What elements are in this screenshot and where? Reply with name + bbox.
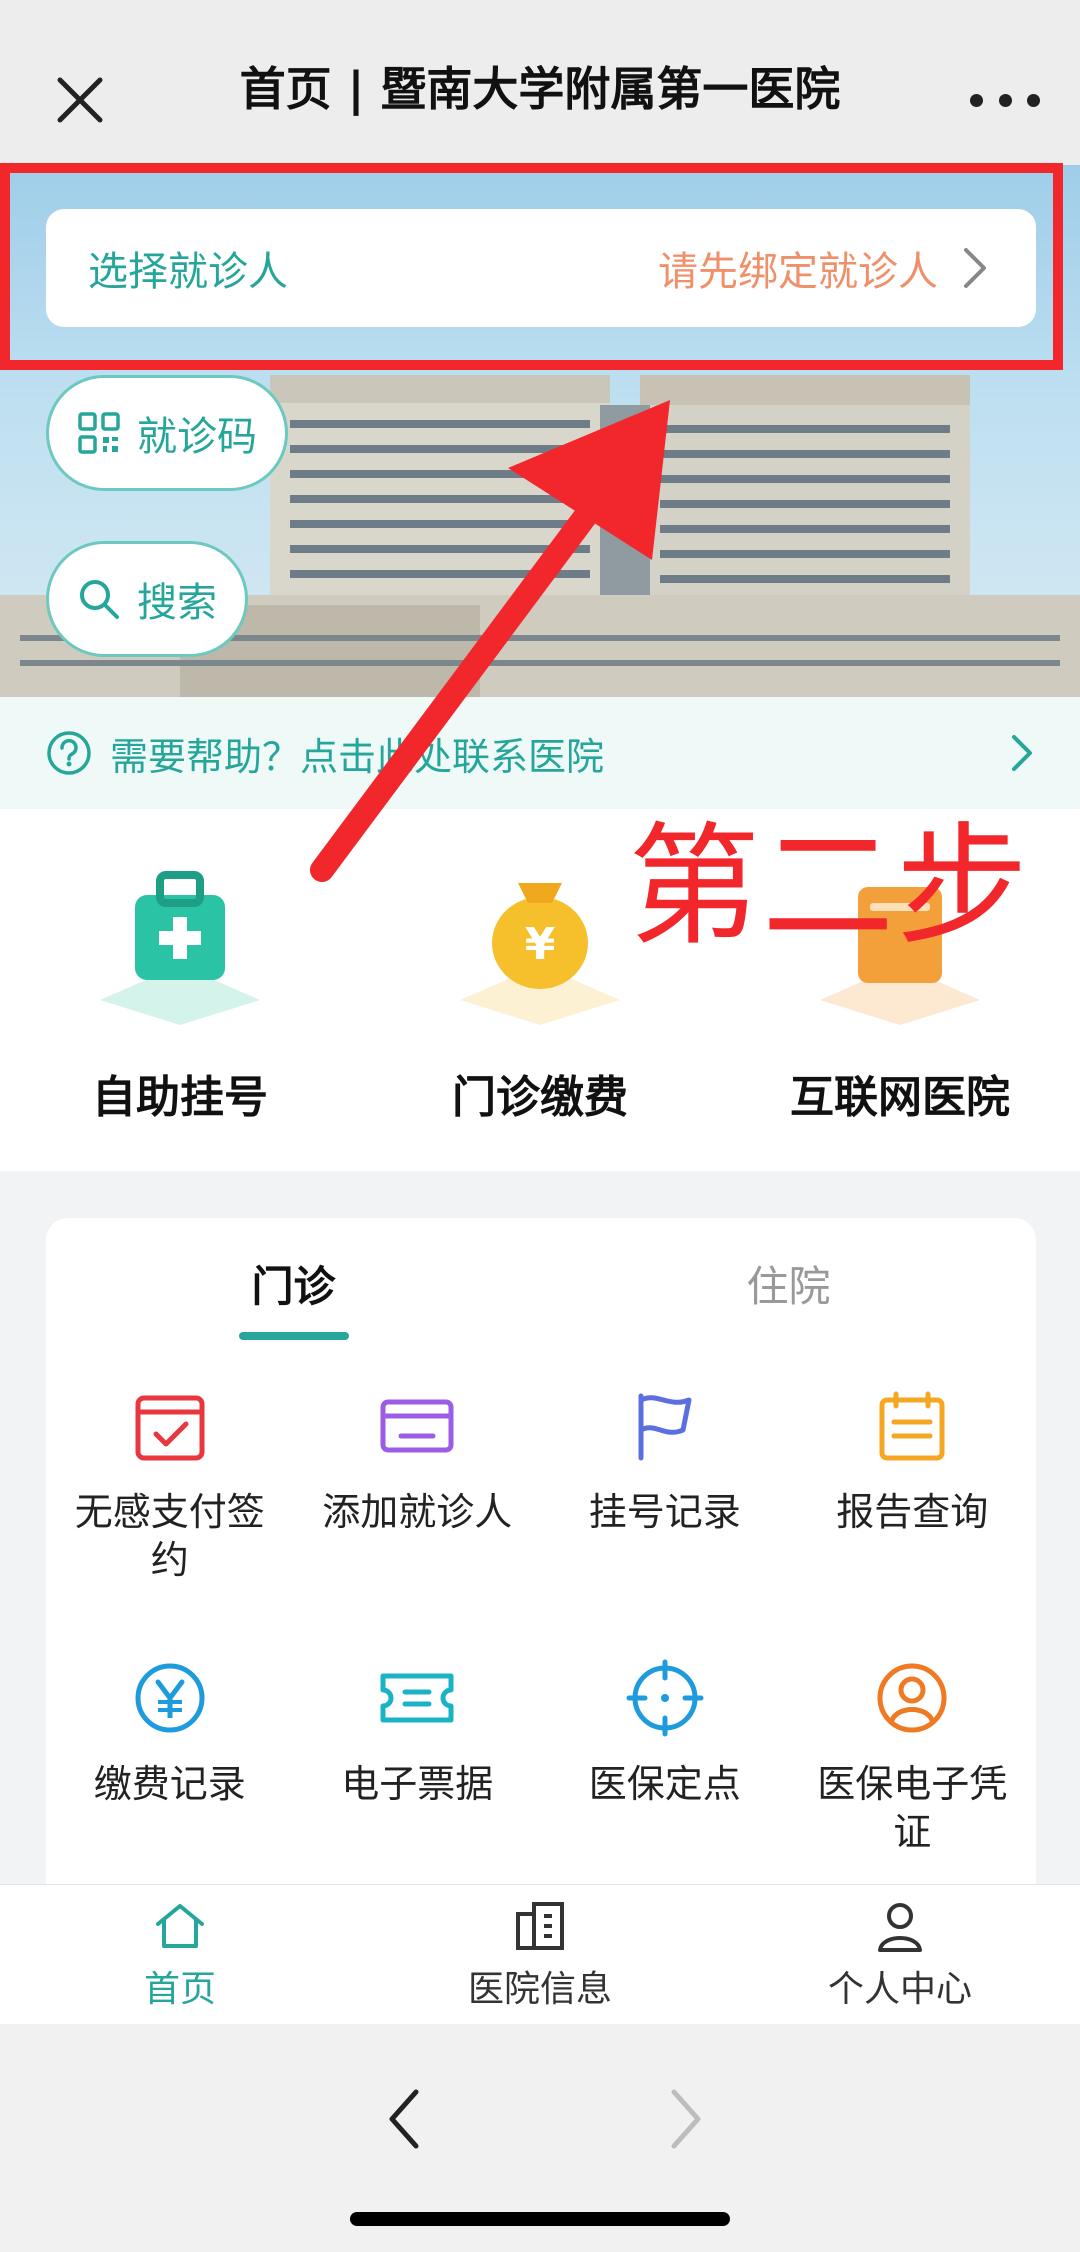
service-item-label: 报告查询 <box>836 1490 989 1534</box>
tab-underline <box>238 1332 349 1340</box>
visit-code-label: 就诊码 <box>137 414 257 460</box>
svg-text:¥: ¥ <box>525 919 556 970</box>
ticket-icon <box>380 1673 454 1723</box>
forward-arrow-icon[interactable] <box>660 2084 710 2154</box>
quick-action-label: 互联网医院 <box>790 1072 1010 1123</box>
nav-hospital-info[interactable]: 医院信息 <box>360 1885 720 2024</box>
nav-label: 个人中心 <box>827 1968 972 2010</box>
services-card: 门诊 住院 无感支付签约 添加就诊人 挂号记录 报告查询 缴费记录 电子票据 医… <box>46 1218 1036 1890</box>
service-item-label: 挂号记录 <box>588 1490 741 1534</box>
flag-icon <box>638 1393 692 1461</box>
service-item-label: 无感支付签约 <box>74 1490 265 1582</box>
quick-action-self-register[interactable]: 自助挂号 <box>0 809 360 1171</box>
money-bag-icon: ¥ <box>460 883 620 1025</box>
qrcode-icon <box>78 412 120 454</box>
calendar-check-icon <box>135 1395 205 1461</box>
back-arrow-icon[interactable] <box>380 2084 430 2154</box>
page-title: 首页 | 暨南大学附属第一医院 <box>239 61 841 116</box>
service-item-insurance-point[interactable]: 医保定点 <box>541 1646 789 1918</box>
service-grid: 无感支付签约 添加就诊人 挂号记录 报告查询 缴费记录 电子票据 医保定点 医保… <box>46 1348 1036 1918</box>
service-item-register-records[interactable]: 挂号记录 <box>541 1374 789 1646</box>
annotation-step-text: 第二步 <box>628 810 1030 964</box>
service-item-label: 医保定点 <box>588 1762 741 1806</box>
service-item-nopay-sign[interactable]: 无感支付签约 <box>46 1374 294 1646</box>
home-indicator <box>350 2212 730 2226</box>
nav-label: 首页 <box>143 1968 216 2010</box>
chevron-right-icon <box>1012 735 1032 771</box>
service-item-label: 电子票据 <box>341 1762 494 1806</box>
card-icon <box>380 1399 454 1453</box>
visit-code-button[interactable]: 就诊码 <box>46 375 288 491</box>
calendar-report-icon <box>879 1391 945 1461</box>
service-tabs: 门诊 住院 <box>46 1218 1036 1348</box>
service-item-report-query[interactable]: 报告查询 <box>789 1374 1037 1646</box>
tab-label: 门诊 <box>251 1261 336 1311</box>
search-icon <box>80 580 119 619</box>
tab-inpatient[interactable]: 住院 <box>541 1218 1036 1348</box>
question-circle-icon <box>47 731 91 775</box>
nav-personal-center[interactable]: 个人中心 <box>720 1885 1080 2024</box>
crosshair-icon <box>626 1659 704 1737</box>
select-patient-label: 选择就诊人 <box>88 249 288 295</box>
bind-patient-hint: 请先绑定就诊人 <box>658 249 938 295</box>
chevron-right-icon <box>964 248 986 288</box>
tab-outpatient[interactable]: 门诊 <box>46 1218 541 1348</box>
top-bar: 首页 | 暨南大学附属第一医院 <box>0 0 1080 165</box>
service-item-label: 缴费记录 <box>93 1762 246 1806</box>
service-item-e-receipt[interactable]: 电子票据 <box>294 1646 542 1918</box>
nav-home[interactable]: 首页 <box>0 1885 360 2024</box>
user-circle-icon <box>877 1663 947 1733</box>
service-item-label: 医保电子凭证 <box>817 1762 1008 1854</box>
bottom-nav: 首页 医院信息 个人中心 <box>0 1884 1080 2024</box>
hero-banner: 选择就诊人 请先绑定就诊人 就诊码 搜索 <box>0 165 1080 697</box>
service-item-add-patient[interactable]: 添加就诊人 <box>294 1374 542 1646</box>
search-label: 搜索 <box>137 580 217 626</box>
person-icon <box>878 1902 922 1952</box>
nav-label: 医院信息 <box>467 1968 612 2010</box>
home-icon <box>156 1903 204 1948</box>
service-item-insurance-ecert[interactable]: 医保电子凭证 <box>789 1646 1037 1918</box>
service-item-payment-records[interactable]: 缴费记录 <box>46 1646 294 1918</box>
yen-circle-icon <box>135 1663 205 1733</box>
medical-kit-icon <box>100 871 260 1025</box>
select-patient-card[interactable]: 选择就诊人 请先绑定就诊人 <box>46 209 1036 327</box>
tab-label: 住院 <box>746 1261 831 1311</box>
more-options-icon[interactable] <box>970 88 1040 112</box>
quick-action-label: 门诊缴费 <box>452 1072 628 1123</box>
quick-action-label: 自助挂号 <box>92 1072 268 1123</box>
help-text: 需要帮助？点击此处联系医院 <box>110 734 605 779</box>
service-item-label: 添加就诊人 <box>322 1490 513 1534</box>
close-icon[interactable] <box>52 72 108 128</box>
building-icon <box>516 1901 564 1950</box>
search-button[interactable]: 搜索 <box>46 541 248 657</box>
